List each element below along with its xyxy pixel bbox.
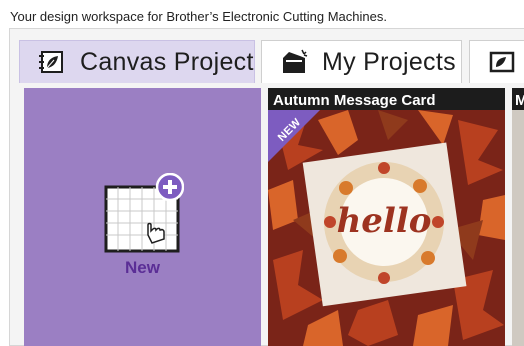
tab-canvas-project[interactable]: Canvas Project [19, 40, 255, 83]
tagline: Your design workspace for Brother’s Elec… [10, 9, 387, 24]
project-card-next[interactable]: M [512, 88, 524, 346]
new-project-label: New [125, 258, 160, 277]
tab-label-my-projects: My Projects [322, 47, 456, 76]
canvas-project-icon [39, 51, 63, 73]
tab-image[interactable] [469, 40, 524, 83]
add-canvas-icon [104, 173, 184, 253]
tab-my-projects[interactable]: My Projects [261, 40, 462, 83]
project-thumbnail: hello [268, 110, 505, 346]
project-card-title: M [515, 92, 524, 109]
new-project-tile[interactable]: New [24, 88, 261, 346]
project-card-title: Autumn Message Card [273, 92, 436, 109]
tab-label-canvas-project: Canvas Project [80, 47, 254, 76]
thumbnail-text: hello [337, 201, 432, 241]
image-icon [489, 51, 515, 73]
project-thumbnail [512, 110, 524, 346]
project-card-autumn-message[interactable]: Autumn Message Card hello NEW [268, 88, 505, 346]
folder-icon [283, 49, 308, 73]
